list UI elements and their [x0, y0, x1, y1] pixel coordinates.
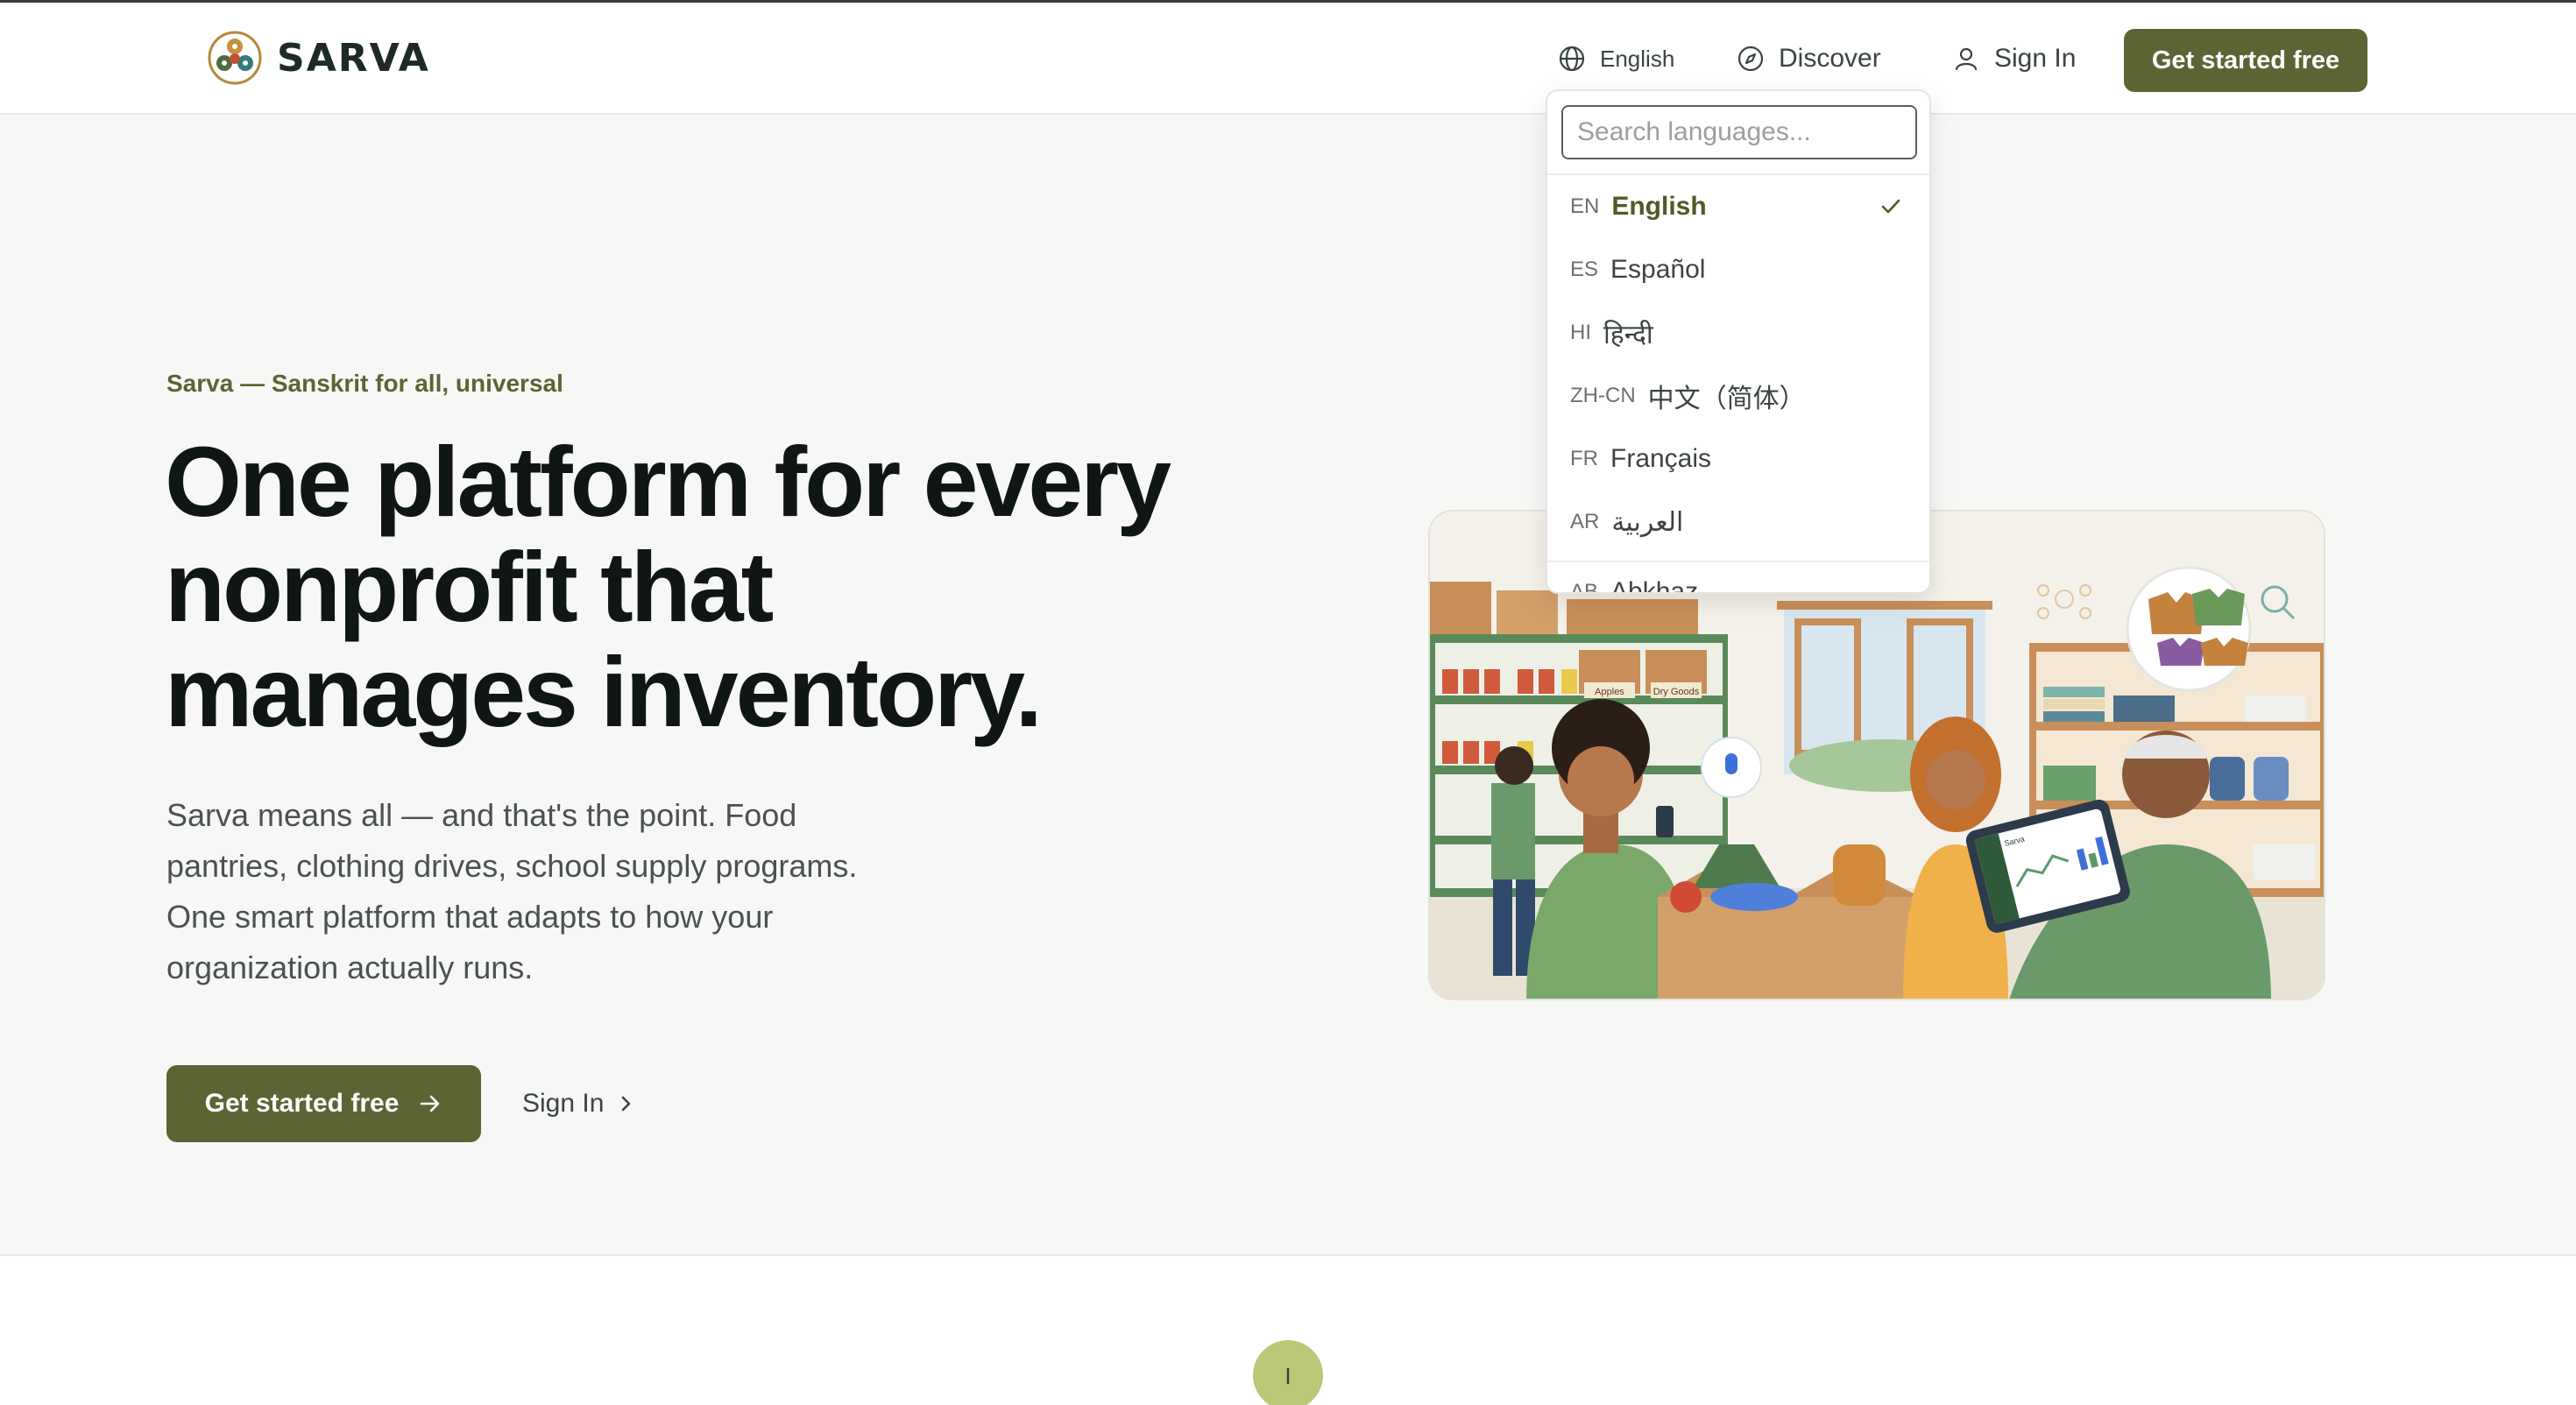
language-selector[interactable]: English: [1558, 41, 1674, 76]
dropdown-divider: [1547, 561, 1929, 562]
hero-description: Sarva means all — and that's the point. …: [166, 790, 955, 993]
section-badge: I: [1253, 1340, 1323, 1405]
language-label: Français: [1610, 444, 1712, 473]
language-search-input[interactable]: [1561, 105, 1917, 159]
language-code: ZH-CN: [1570, 384, 1636, 407]
language-code: HI: [1570, 321, 1591, 344]
globe-icon: [1559, 46, 1585, 72]
nav-signin-label: Sign In: [1994, 44, 2077, 73]
dry-goods-sign-text: Dry Goods: [1653, 687, 1700, 697]
language-code: ES: [1570, 258, 1599, 281]
language-option-ab[interactable]: AB Abkhaz: [1547, 561, 1929, 594]
language-label: العربية: [1611, 507, 1684, 537]
hero-description-line: pantries, clothing drives, school supply…: [166, 848, 858, 884]
apples-sign-text: Apples: [1595, 687, 1624, 697]
hero-headline-line: manages inventory.: [165, 637, 1043, 747]
hero-headline: One platform for every nonprofit that ma…: [165, 429, 1304, 745]
language-dropdown: EN English ES Español HI हिन्दी ZH-CN 中文…: [1546, 89, 1931, 594]
sarva-logo-icon: [208, 31, 262, 85]
hero-headline-line: One platform for every: [165, 427, 1171, 537]
site-header: SARVA English Discover Sign In Get start…: [0, 3, 2576, 115]
nav-discover-link[interactable]: Discover: [1737, 41, 1881, 76]
header-get-started-button[interactable]: Get started free: [2124, 29, 2367, 92]
hero-eyebrow: Sarva — Sanskrit for all, universal: [166, 370, 563, 397]
language-option-ar[interactable]: AR العربية: [1547, 491, 1929, 554]
language-label: English: [1611, 192, 1707, 221]
hero-signin-link[interactable]: Sign In: [522, 1084, 635, 1123]
hero-description-line: Sarva means all — and that's the point. …: [166, 797, 797, 833]
nav-signin-link[interactable]: Sign In: [1952, 41, 2076, 76]
language-label: Español: [1610, 255, 1706, 284]
language-label: Abkhaz: [1610, 577, 1699, 594]
hero-description-line: One smart platform that adapts to how yo…: [166, 899, 774, 935]
hero-signin-label: Sign In: [522, 1089, 605, 1118]
language-code: AB: [1570, 580, 1599, 594]
hero-description-line: organization actually runs.: [166, 950, 534, 985]
compass-icon: [1737, 46, 1764, 72]
language-label: हिन्दी: [1603, 320, 1653, 349]
user-icon: [1955, 47, 1978, 71]
language-option-hi[interactable]: HI हिन्दी: [1547, 301, 1929, 364]
language-option-fr[interactable]: FR Français: [1547, 427, 1929, 491]
language-option-zh-cn[interactable]: ZH-CN 中文（简体）: [1547, 364, 1929, 427]
language-selector-label: English: [1600, 45, 1675, 72]
checkmark-icon: [1881, 199, 1900, 214]
language-option-es[interactable]: ES Español: [1547, 238, 1929, 301]
language-code: EN: [1570, 194, 1600, 218]
brand-name: SARVA: [277, 35, 430, 81]
language-code: AR: [1570, 510, 1600, 533]
language-label: 中文（简体）: [1647, 385, 1806, 413]
hero-headline-line: nonprofit that: [165, 532, 774, 642]
hero-get-started-button[interactable]: Get started free: [166, 1065, 481, 1142]
nav-discover-label: Discover: [1779, 44, 1881, 73]
language-list: EN English ES Español HI हिन्दी ZH-CN 中文…: [1547, 175, 1929, 594]
brand-logo[interactable]: SARVA: [207, 29, 430, 87]
language-option-en[interactable]: EN English: [1547, 175, 1929, 238]
chevron-right-icon: [622, 1096, 631, 1112]
arrow-right-icon: [421, 1095, 440, 1112]
language-code: FR: [1570, 447, 1598, 470]
hero-get-started-label: Get started free: [204, 1089, 400, 1118]
